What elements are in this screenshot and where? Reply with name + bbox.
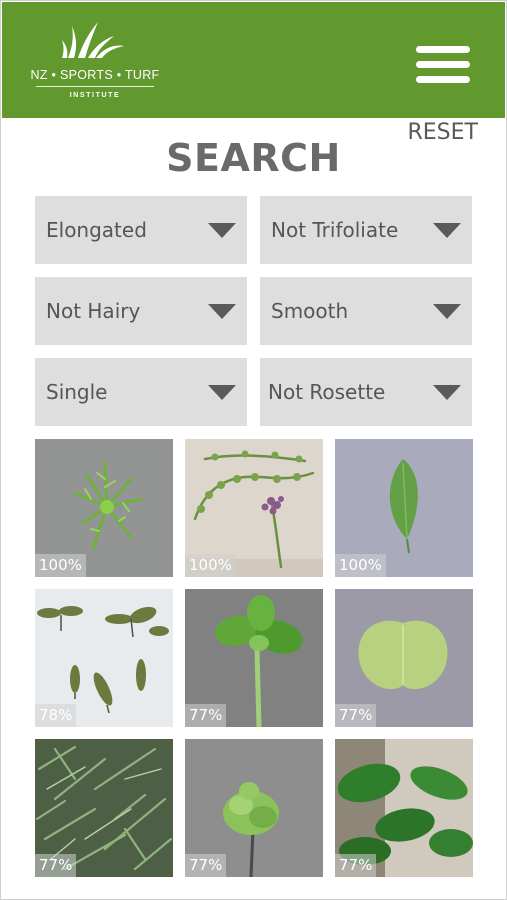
- dropdown-arrow-icon: [208, 223, 236, 238]
- filter-leaf-edge-select[interactable]: Smooth: [260, 277, 472, 345]
- result-card[interactable]: 100%: [185, 439, 323, 577]
- grass-logo-icon: [62, 22, 124, 58]
- menu-bar-bottom: [416, 76, 470, 83]
- filter-arrangement-select[interactable]: Single: [35, 358, 247, 426]
- result-card[interactable]: 77%: [335, 589, 473, 727]
- match-percentage-badge: 78%: [35, 704, 77, 727]
- filter-hairiness-select[interactable]: Not Hairy: [35, 277, 247, 345]
- logo-sub-text: INSTITUTE: [69, 92, 121, 99]
- select-value: Elongated: [46, 218, 147, 242]
- dropdown-arrow-icon: [208, 304, 236, 319]
- result-card[interactable]: 77%: [185, 589, 323, 727]
- menu-bar-top: [416, 46, 470, 53]
- select-value: Not Trifoliate: [271, 218, 399, 242]
- dropdown-arrow-icon: [433, 304, 461, 319]
- result-card[interactable]: 77%: [185, 739, 323, 877]
- match-percentage-badge: 77%: [185, 854, 227, 877]
- select-value: Smooth: [271, 299, 349, 323]
- logo-brand-text: NZ • SPORTS • TURF: [30, 68, 160, 82]
- result-card[interactable]: 100%: [35, 439, 173, 577]
- select-value: Not Hairy: [46, 299, 141, 323]
- result-card[interactable]: 77%: [335, 739, 473, 877]
- result-card[interactable]: 100%: [335, 439, 473, 577]
- match-percentage-badge: 77%: [185, 704, 227, 727]
- filter-growth-form-select[interactable]: Not Rosette: [260, 358, 472, 426]
- filter-leaf-shape-select[interactable]: Elongated: [35, 196, 247, 264]
- match-percentage-badge: 77%: [335, 854, 377, 877]
- match-percentage-badge: 77%: [335, 704, 377, 727]
- hamburger-menu-button[interactable]: [414, 46, 472, 84]
- filter-leaf-type-select[interactable]: Not Trifoliate: [260, 196, 472, 264]
- dropdown-arrow-icon: [433, 223, 461, 238]
- match-percentage-badge: 100%: [185, 554, 236, 577]
- select-value: Not Rosette: [268, 380, 386, 404]
- select-value: Single: [46, 380, 108, 404]
- logo-divider: [36, 86, 154, 87]
- match-percentage-badge: 100%: [335, 554, 386, 577]
- app-header: NZ • SPORTS • TURF INSTITUTE: [2, 2, 505, 118]
- result-card[interactable]: 77%: [35, 739, 173, 877]
- result-card[interactable]: 78%: [35, 589, 173, 727]
- page-title: SEARCH: [166, 136, 341, 180]
- match-percentage-badge: 77%: [35, 854, 77, 877]
- dropdown-arrow-icon: [433, 385, 461, 400]
- match-percentage-badge: 100%: [35, 554, 86, 577]
- dropdown-arrow-icon: [208, 385, 236, 400]
- nz-sports-turf-logo[interactable]: NZ • SPORTS • TURF INSTITUTE: [30, 16, 160, 106]
- menu-bar-middle: [416, 61, 470, 68]
